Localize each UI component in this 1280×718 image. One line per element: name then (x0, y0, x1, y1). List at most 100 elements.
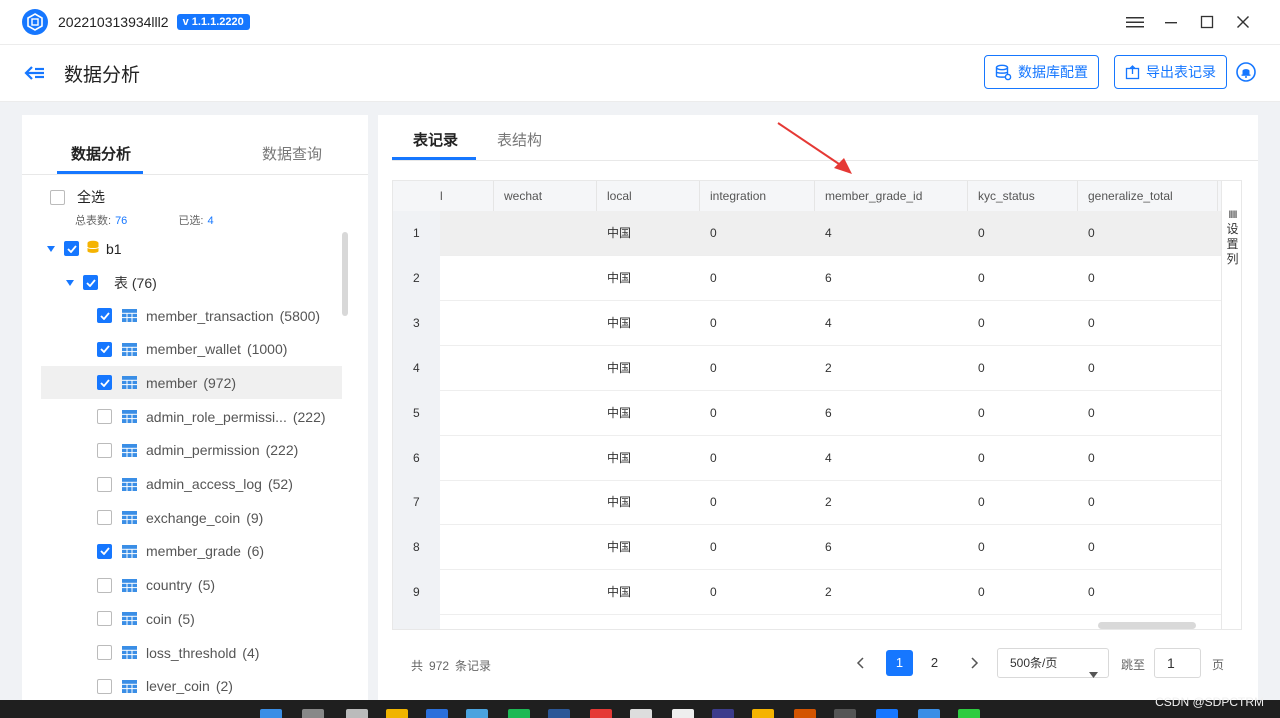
cell-kyc-status[interactable]: 0 (968, 436, 985, 481)
checkbox[interactable] (64, 241, 79, 256)
checkbox[interactable] (83, 275, 98, 290)
taskview-icon[interactable] (346, 709, 368, 718)
cell-kyc-status[interactable]: 0 (968, 211, 985, 256)
checkbox[interactable] (97, 409, 112, 425)
horizontal-scrollbar[interactable] (1098, 622, 1196, 629)
prev-page-icon[interactable] (850, 653, 870, 673)
checkbox[interactable] (97, 308, 112, 323)
cell-integration[interactable]: 0 (700, 211, 717, 256)
column-header[interactable]: generalize_total (1078, 181, 1218, 211)
cell-kyc-status[interactable]: 0 (968, 525, 985, 570)
checkbox[interactable] (97, 442, 112, 458)
cell-member-grade-id[interactable]: 2 (815, 570, 832, 615)
cell-integration[interactable]: 0 (700, 480, 717, 525)
table-row[interactable]: 7 中国 0 2 0 0 (393, 480, 1221, 526)
table-row[interactable]: 4 中国 0 2 0 0 (393, 345, 1221, 391)
cell-member-grade-id[interactable]: 4 (815, 211, 832, 256)
tree-table-item[interactable]: member_transaction (5800) (22, 299, 342, 332)
cell-generalize-total[interactable]: 0 (1078, 480, 1095, 525)
tree-table-group[interactable]: 表 (76) (22, 266, 342, 299)
cell-integration[interactable]: 0 (700, 436, 717, 481)
caret-down-icon[interactable] (65, 278, 75, 288)
next-page-icon[interactable] (965, 653, 985, 673)
tree-table-item[interactable]: member (972) (41, 366, 342, 400)
tree-table-item[interactable]: member_wallet (1000) (22, 333, 342, 366)
left-scrollbar[interactable] (342, 232, 348, 316)
page-size-select[interactable]: 500条/页 (997, 648, 1109, 678)
cell-member-grade-id[interactable]: 6 (815, 256, 832, 301)
cell-integration[interactable]: 0 (700, 346, 717, 391)
column-header[interactable]: member_grade_id (815, 181, 968, 211)
tab-table-records[interactable]: 表记录 (413, 129, 458, 150)
cell-integration[interactable]: 0 (700, 256, 717, 301)
cell-integration[interactable]: 0 (700, 301, 717, 346)
cell-member-grade-id[interactable]: 4 (815, 301, 832, 346)
cell-kyc-status[interactable]: 0 (968, 346, 985, 391)
cell-integration[interactable]: 0 (700, 525, 717, 570)
tree-table-item[interactable]: coin (5) (22, 602, 342, 635)
browser-icon[interactable] (590, 709, 612, 718)
checkbox[interactable] (97, 543, 112, 559)
cell-local[interactable]: 中国 (597, 256, 631, 301)
checkbox[interactable] (97, 375, 112, 391)
notification-bell-icon[interactable] (1236, 62, 1256, 82)
minimize-icon[interactable] (1162, 13, 1180, 31)
cell-local[interactable]: 中国 (597, 436, 631, 481)
tab-table-structure[interactable]: 表结构 (497, 129, 542, 150)
cell-generalize-total[interactable]: 0 (1078, 301, 1095, 346)
cell-generalize-total[interactable]: 0 (1078, 211, 1095, 256)
column-header[interactable]: wechat (494, 181, 597, 211)
cell-generalize-total[interactable]: 0 (1078, 391, 1095, 436)
export-records-button[interactable]: 导出表记录 (1114, 55, 1227, 89)
checkbox[interactable] (50, 189, 65, 205)
caret-down-icon[interactable] (46, 244, 56, 254)
table-row[interactable]: 2 中国 0 6 0 0 (393, 255, 1221, 301)
app-icon[interactable] (834, 709, 856, 718)
cell-member-grade-id[interactable]: 6 (815, 525, 832, 570)
table-row[interactable]: 6 中国 0 4 0 0 (393, 435, 1221, 481)
checkbox[interactable] (97, 678, 112, 694)
column-header[interactable]: integration (700, 181, 815, 211)
tree-table-item[interactable]: exchange_coin (9) (22, 501, 342, 534)
cell-generalize-total[interactable]: 0 (1078, 256, 1095, 301)
back-arrow-icon[interactable] (24, 62, 46, 84)
cell-kyc-status[interactable]: 0 (968, 570, 985, 615)
app-icon[interactable] (752, 709, 774, 718)
checkbox[interactable] (97, 611, 112, 627)
tree-table-item[interactable]: admin_permission (222) (22, 434, 342, 467)
app-icon[interactable] (794, 709, 816, 718)
checkbox[interactable] (97, 341, 112, 357)
tree-table-item[interactable]: admin_access_log (52) (22, 468, 342, 501)
tab-data-analysis[interactable]: 数据分析 (71, 143, 131, 164)
cell-local[interactable]: 中国 (597, 480, 631, 525)
maximize-icon[interactable] (1198, 13, 1216, 31)
cell-kyc-status[interactable]: 0 (968, 256, 985, 301)
cell-generalize-total[interactable]: 0 (1078, 346, 1095, 391)
cell-integration[interactable]: 0 (700, 391, 717, 436)
tree-table-item[interactable]: admin_role_permissi... (222) (22, 400, 342, 433)
app-icon[interactable] (548, 709, 570, 718)
tab-data-query[interactable]: 数据查询 (262, 143, 322, 164)
menu-icon[interactable] (1126, 13, 1144, 31)
cell-kyc-status[interactable]: 0 (968, 480, 985, 525)
cell-kyc-status[interactable]: 0 (968, 301, 985, 346)
checkbox[interactable] (97, 577, 112, 593)
cell-member-grade-id[interactable]: 6 (815, 391, 832, 436)
app-icon[interactable] (426, 709, 448, 718)
checkbox[interactable] (97, 645, 112, 660)
table-row[interactable]: 3 中国 0 4 0 0 (393, 300, 1221, 346)
cell-local[interactable]: 中国 (597, 301, 631, 346)
cell-generalize-total[interactable]: 0 (1078, 525, 1095, 570)
search-icon[interactable] (302, 709, 324, 718)
column-header[interactable]: kyc_status (968, 181, 1078, 211)
checkbox[interactable] (97, 510, 112, 526)
column-header[interactable]: l (440, 181, 494, 211)
cell-member-grade-id[interactable]: 4 (815, 436, 832, 481)
start-icon[interactable] (260, 709, 282, 718)
current-app-icon[interactable] (876, 709, 898, 718)
table-row[interactable]: 1 中国 0 4 0 0 (393, 211, 1221, 256)
tree-table-item[interactable]: lever_coin (2) (22, 670, 342, 703)
app-icon[interactable] (918, 709, 940, 718)
db-config-button[interactable]: 数据库配置 (984, 55, 1099, 89)
cell-generalize-total[interactable]: 0 (1078, 570, 1095, 615)
